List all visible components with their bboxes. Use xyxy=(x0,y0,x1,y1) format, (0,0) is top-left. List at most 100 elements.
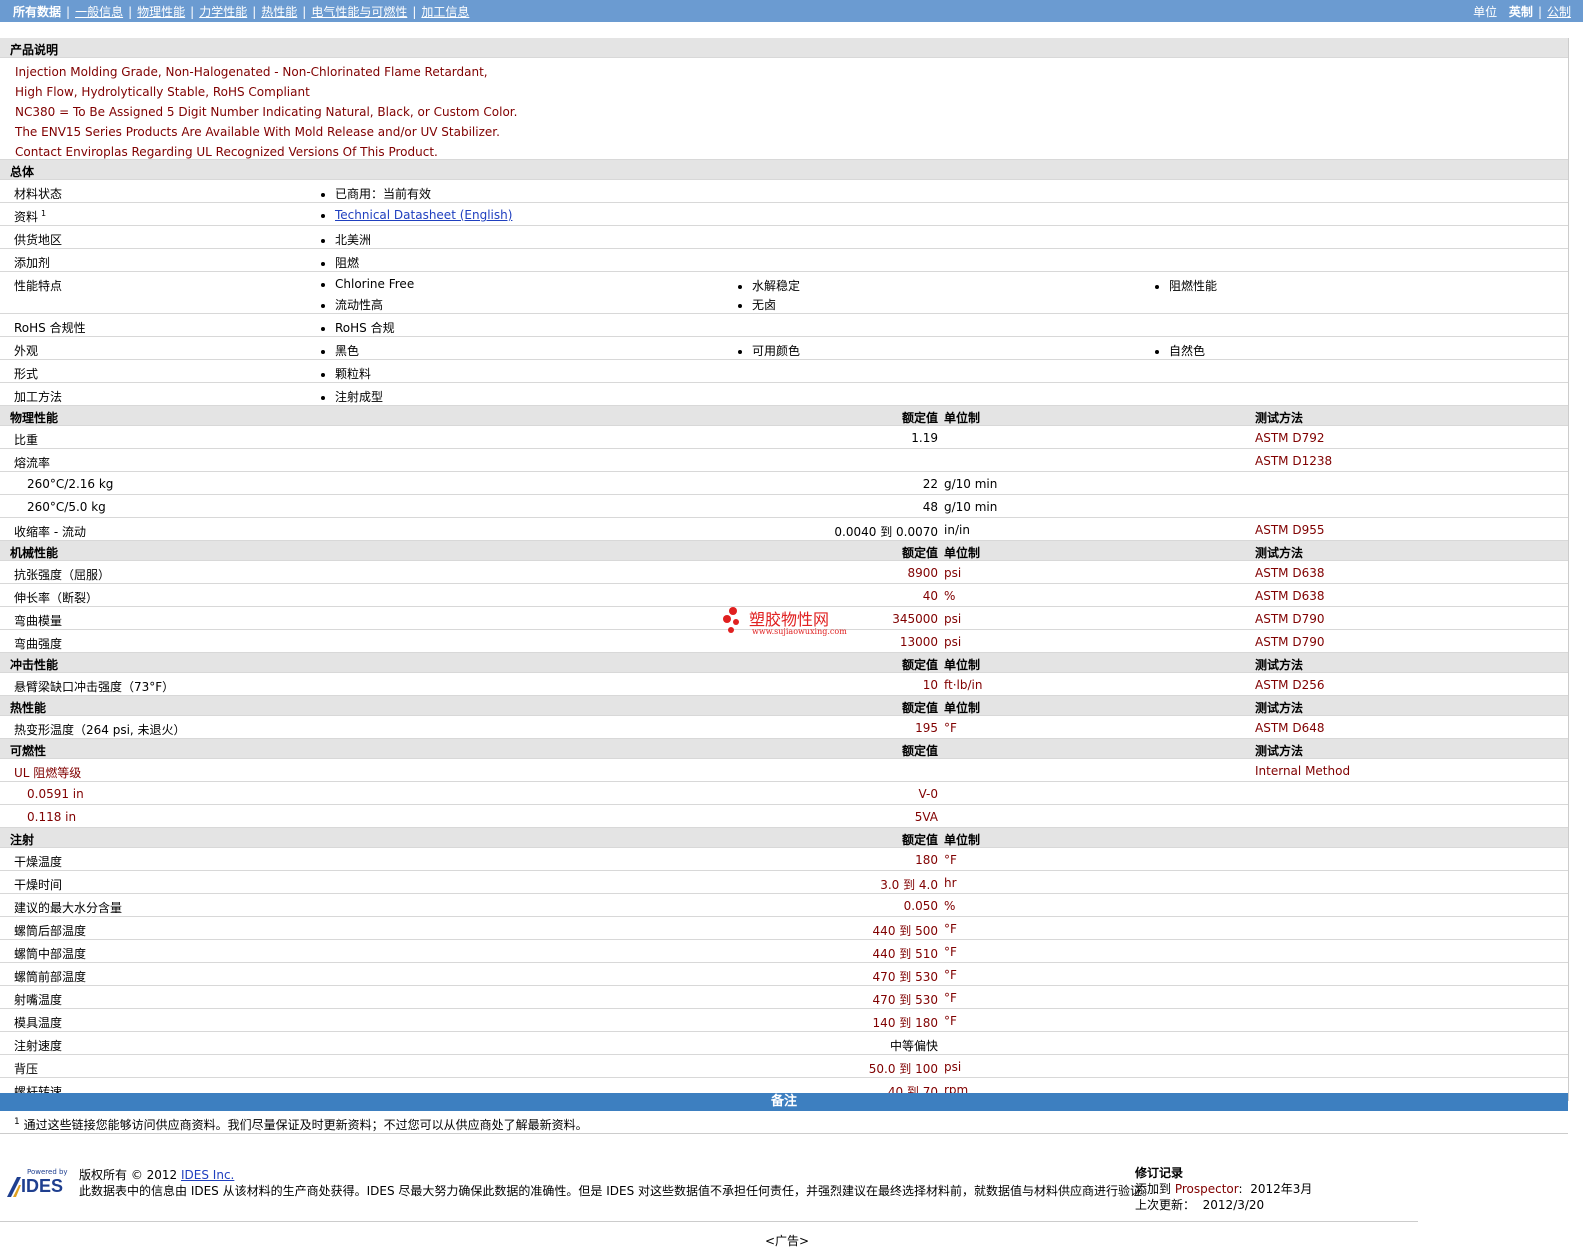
row-label: 背压 xyxy=(14,1062,39,1076)
revision-title: 修订记录 xyxy=(1135,1166,1184,1180)
section-title: 物理性能 xyxy=(10,411,59,425)
row-value: 180 xyxy=(915,853,938,867)
row-unit: psi xyxy=(944,635,962,649)
row-label: 资料 1 xyxy=(14,209,47,224)
description-line: NC380 = To Be Assigned 5 Digit Number In… xyxy=(15,105,518,119)
watermark-logo: 塑胶物性网 www.sujiaowuxing.com xyxy=(722,606,852,638)
table-row: 260°C/5.0 kg 48 g/10 min xyxy=(0,495,1568,518)
col-nominal-header: 额定值 xyxy=(901,833,938,847)
row-test-method: Internal Method xyxy=(1255,764,1351,778)
row-value: 0.050 xyxy=(903,899,938,913)
col-nominal-header: 额定值 xyxy=(901,744,938,758)
nav-all-data[interactable]: 所有数据 xyxy=(13,5,61,19)
col-unit-header: 单位制 xyxy=(944,833,981,847)
bullet-item: Technical Datasheet (English) xyxy=(321,208,512,222)
notes-header: 备注 xyxy=(0,1093,1568,1111)
row-label: 伸长率（断裂） xyxy=(14,591,99,605)
table-row: 射嘴温度 470 到 530 °F xyxy=(0,986,1568,1009)
bullet-item: 注射成型 xyxy=(321,388,383,405)
table-row: 干燥温度 180 °F xyxy=(0,848,1568,871)
row-unit: % xyxy=(944,899,956,913)
watermark-dots-icon xyxy=(723,607,739,633)
nav-physical[interactable]: 物理性能 xyxy=(137,5,185,19)
row-label: 螺筒后部温度 xyxy=(14,924,87,938)
nav-electrical[interactable]: 电气性能与可燃性 xyxy=(311,5,407,19)
row-value: 10 xyxy=(922,678,938,692)
row-unit: °F xyxy=(944,1014,957,1028)
row-test-method: ASTM D638 xyxy=(1255,566,1325,580)
row-label: 弯曲强度 xyxy=(14,637,63,651)
row-unit: °F xyxy=(944,968,957,982)
description-block: Injection Molding Grade, Non-Halogenated… xyxy=(0,58,1568,160)
table-row: 比重 1.19 ASTM D792 xyxy=(0,426,1568,449)
row-unit: psi xyxy=(944,566,962,580)
table-row: 260°C/2.16 kg 22 g/10 min xyxy=(0,472,1568,495)
bullet-item: 颗粒料 xyxy=(321,365,371,382)
row-label: 材料状态 xyxy=(14,187,63,201)
row-label: 螺筒前部温度 xyxy=(14,970,87,984)
section-physical-header: 物理性能 额定值 单位制 测试方法 xyxy=(0,406,1568,426)
row-label: 形式 xyxy=(14,367,39,381)
row-label: 干燥时间 xyxy=(14,878,63,892)
nav-mechanical[interactable]: 力学性能 xyxy=(199,5,247,19)
row-label: 比重 xyxy=(14,433,39,447)
row-value: 440 到 510 xyxy=(872,947,938,961)
general-row-form: 形式 颗粒料 xyxy=(0,360,1568,383)
col-nominal-header: 额定值 xyxy=(901,546,938,560)
table-row: 伸长率（断裂） 40 % ASTM D638 xyxy=(0,584,1568,607)
general-row-features: 性能特点 Chlorine Free 水解稳定 阻燃性能 流动性高 无卤 xyxy=(0,272,1568,314)
units-label: 单位 xyxy=(1473,5,1498,19)
row-unit: °F xyxy=(944,853,957,867)
row-test-method: ASTM D955 xyxy=(1255,523,1325,537)
bullet-item: 水解稳定 xyxy=(738,277,800,294)
row-value: 40 xyxy=(922,589,938,603)
general-row-process: 加工方法 注射成型 xyxy=(0,383,1568,406)
row-unit: g/10 min xyxy=(944,477,998,491)
row-unit: % xyxy=(944,589,956,603)
section-general-header: 总体 xyxy=(0,160,1568,180)
logo-powered-by: Powered by xyxy=(27,1168,68,1176)
nav-processing[interactable]: 加工信息 xyxy=(421,5,469,19)
bullet-item: 阻燃性能 xyxy=(1155,277,1217,294)
unit-metric[interactable]: 公制 xyxy=(1547,5,1571,19)
nav-general-info[interactable]: 一般信息 xyxy=(75,5,123,19)
section-injection-header: 注射 额定值 单位制 xyxy=(0,828,1568,848)
bullet-item: 阻燃 xyxy=(321,254,359,271)
row-value: 195 xyxy=(915,721,938,735)
description-line: The ENV15 Series Products Are Available … xyxy=(15,125,500,139)
datasheet-main: 产品说明 Injection Molding Grade, Non-Haloge… xyxy=(0,38,1569,1101)
col-nominal-header: 额定值 xyxy=(901,658,938,672)
top-nav-bar: 所有数据 | 一般信息 | 物理性能 | 力学性能 | 热性能 | 电气性能与可燃性 | 加工信息 单位… xyxy=(0,0,1583,22)
row-label: RoHS 合规性 xyxy=(14,321,86,335)
table-row: 悬臂梁缺口冲击强度（73°F） 10 ft·lb/in ASTM D256 xyxy=(0,673,1568,696)
row-label: 抗张强度（屈服） xyxy=(14,568,111,582)
row-test-method: ASTM D790 xyxy=(1255,612,1325,626)
footnote: 1 通过这些链接您能够访问供应商资料。我们尽量保证及时更新资料；不过您可以从供应… xyxy=(14,1117,588,1132)
row-value: 50.0 到 100 xyxy=(868,1062,938,1076)
row-value: 13000 xyxy=(899,635,938,649)
row-label: 建议的最大水分含量 xyxy=(14,901,123,915)
section-title: 总体 xyxy=(10,165,35,179)
row-unit: °F xyxy=(944,721,957,735)
table-row: UL 阻燃等级 Internal Method xyxy=(0,759,1568,782)
row-label: 干燥温度 xyxy=(14,855,63,869)
col-unit-header: 单位制 xyxy=(944,701,981,715)
datasheet-link[interactable]: Technical Datasheet (English) xyxy=(335,208,512,222)
col-unit-header: 单位制 xyxy=(944,658,981,672)
row-value: 中等偏快 xyxy=(889,1039,938,1053)
general-row-additive: 添加剂 阻燃 xyxy=(0,249,1568,272)
section-title: 可燃性 xyxy=(10,744,47,758)
section-title: 热性能 xyxy=(10,701,47,715)
col-test-header: 测试方法 xyxy=(1255,658,1304,672)
general-row-rohs: RoHS 合规性 RoHS 合规 xyxy=(0,314,1568,337)
row-value: 3.0 到 4.0 xyxy=(880,878,938,892)
bullet-item: RoHS 合规 xyxy=(321,319,395,336)
col-nominal-header: 额定值 xyxy=(901,701,938,715)
unit-imperial[interactable]: 英制 xyxy=(1509,5,1533,19)
row-label: 收缩率 - 流动 xyxy=(14,525,86,539)
nav-thermal[interactable]: 热性能 xyxy=(261,5,297,19)
row-test-method: ASTM D1238 xyxy=(1255,454,1333,468)
table-row: 建议的最大水分含量 0.050 % xyxy=(0,894,1568,917)
ides-logo[interactable]: Powered by IDES xyxy=(7,1168,69,1197)
ides-link[interactable]: IDES Inc. xyxy=(181,1168,234,1182)
